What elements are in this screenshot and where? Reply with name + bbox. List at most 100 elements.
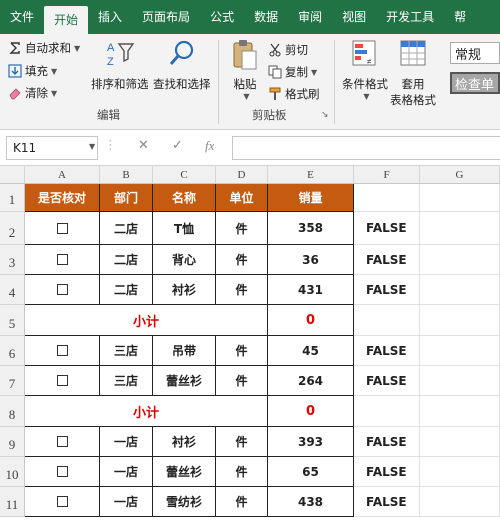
format-as-table-button[interactable]: 套用 表格格式 [390, 38, 436, 108]
check-result-cell[interactable]: FALSE [354, 245, 420, 275]
column-header-d[interactable]: D [216, 166, 268, 184]
unit-cell[interactable]: 件 [216, 245, 268, 275]
name-cell[interactable]: 衬衫 [153, 275, 216, 305]
checkbox[interactable] [56, 284, 68, 295]
row-header-8[interactable]: 8 [0, 396, 25, 427]
chevron-down-icon[interactable]: ▼ [89, 142, 95, 151]
column-header-g[interactable]: G [420, 166, 500, 184]
checkbox[interactable] [56, 222, 68, 234]
conditional-format-button[interactable]: ≠ 条件格式 ▼ [342, 38, 388, 101]
row-header-6[interactable]: 6 [0, 336, 25, 366]
row-header-3[interactable]: 3 [0, 245, 25, 275]
checkbox-cell[interactable] [25, 336, 100, 366]
unit-cell[interactable]: 件 [216, 427, 268, 457]
qty-cell[interactable]: 358 [268, 212, 354, 245]
subtotal-value-cell[interactable]: 0 [268, 305, 354, 336]
sheet-cell[interactable] [420, 275, 500, 305]
tab-page-layout[interactable]: 页面布局 [132, 0, 200, 34]
unit-cell[interactable]: 件 [216, 212, 268, 245]
tab-file[interactable]: 文件 [0, 0, 44, 34]
tab-review[interactable]: 审阅 [288, 0, 332, 34]
checkbox[interactable] [56, 496, 68, 507]
worksheet-grid[interactable]: A B C D E F G 1 2 3 4 5 6 7 8 9 10 11 是否核对 部门 名称 单位 销量 二店 T恤件 358… [0, 166, 500, 527]
sheet-cell[interactable] [420, 487, 500, 517]
row-header-5[interactable]: 5 [0, 305, 25, 336]
table-header-cell[interactable]: 单位 [216, 184, 268, 212]
paste-button[interactable]: 粘贴 ▼ [230, 38, 260, 101]
dept-cell[interactable]: 一店 [100, 427, 153, 457]
clipboard-launcher-icon[interactable]: ↘ [321, 110, 329, 120]
row-header-1[interactable]: 1 [0, 184, 25, 212]
cut-button[interactable]: 剪切 [268, 42, 308, 58]
select-all-corner[interactable] [0, 166, 25, 184]
table-header-cell[interactable]: 是否核对 [25, 184, 100, 212]
sheet-cell[interactable] [354, 305, 420, 336]
unit-cell[interactable]: 件 [216, 336, 268, 366]
qty-cell[interactable]: 45 [268, 336, 354, 366]
unit-cell[interactable]: 件 [216, 366, 268, 396]
name-cell[interactable]: 衬衫 [153, 427, 216, 457]
dept-cell[interactable]: 一店 [100, 487, 153, 517]
column-header-c[interactable]: C [153, 166, 216, 184]
tab-home[interactable]: 开始 [44, 6, 89, 34]
dept-cell[interactable]: 二店 [100, 275, 153, 305]
formula-input[interactable] [232, 136, 500, 160]
sheet-cell[interactable] [420, 336, 500, 366]
checkbox-cell[interactable] [25, 275, 100, 305]
row-header-11[interactable]: 11 [0, 487, 25, 517]
checkbox[interactable] [56, 345, 68, 356]
clear-button[interactable]: 清除 ▼ [8, 85, 57, 101]
checkbox-cell[interactable] [25, 457, 100, 487]
sheet-cell[interactable] [420, 396, 500, 427]
check-result-cell[interactable]: FALSE [354, 427, 420, 457]
unit-cell[interactable]: 件 [216, 487, 268, 517]
table-header-cell[interactable]: 部门 [100, 184, 153, 212]
enter-icon[interactable]: ✓ [172, 138, 183, 153]
sheet-cell[interactable] [420, 212, 500, 245]
checkbox[interactable] [56, 254, 68, 265]
fx-icon[interactable]: fx [205, 138, 214, 154]
qty-cell[interactable]: 36 [268, 245, 354, 275]
checkbox-cell[interactable] [25, 245, 100, 275]
sheet-cell[interactable] [420, 457, 500, 487]
name-cell[interactable]: 蕾丝衫 [153, 366, 216, 396]
qty-cell[interactable]: 393 [268, 427, 354, 457]
checkbox-cell[interactable] [25, 427, 100, 457]
check-result-cell[interactable]: FALSE [354, 366, 420, 396]
row-header-7[interactable]: 7 [0, 366, 25, 396]
tab-developer[interactable]: 开发工具 [376, 0, 444, 34]
table-header-cell[interactable]: 销量 [268, 184, 354, 212]
tab-data[interactable]: 数据 [244, 0, 288, 34]
qty-cell[interactable]: 438 [268, 487, 354, 517]
qty-cell[interactable]: 65 [268, 457, 354, 487]
name-cell[interactable]: 背心 [153, 245, 216, 275]
sheet-cell[interactable] [354, 184, 420, 212]
dept-cell[interactable]: 二店 [100, 212, 153, 245]
checkbox-cell[interactable] [25, 366, 100, 396]
row-header-10[interactable]: 10 [0, 457, 25, 487]
dept-cell[interactable]: 三店 [100, 336, 153, 366]
tab-help[interactable]: 帮 [444, 0, 476, 34]
column-header-e[interactable]: E [268, 166, 354, 184]
sheet-cell[interactable] [354, 396, 420, 427]
check-result-cell[interactable]: FALSE [354, 275, 420, 305]
row-header-4[interactable]: 4 [0, 275, 25, 305]
checkbox-cell[interactable] [25, 487, 100, 517]
sheet-cell[interactable] [420, 427, 500, 457]
column-header-b[interactable]: B [100, 166, 153, 184]
style-normal[interactable]: 常规 [450, 42, 500, 64]
checkbox[interactable] [56, 466, 68, 477]
format-painter-button[interactable]: 格式刷 [268, 86, 320, 102]
dept-cell[interactable]: 一店 [100, 457, 153, 487]
name-cell[interactable]: 雪纺衫 [153, 487, 216, 517]
subtotal-label-cell[interactable]: 小计 [25, 396, 268, 427]
name-cell[interactable]: 蕾丝衫 [153, 457, 216, 487]
check-result-cell[interactable]: FALSE [354, 487, 420, 517]
copy-button[interactable]: 复制 ▼ [268, 64, 317, 80]
checkbox[interactable] [56, 436, 68, 447]
subtotal-value-cell[interactable]: 0 [268, 396, 354, 427]
sheet-cell[interactable] [420, 366, 500, 396]
unit-cell[interactable]: 件 [216, 457, 268, 487]
dept-cell[interactable]: 二店 [100, 245, 153, 275]
qty-cell[interactable]: 264 [268, 366, 354, 396]
